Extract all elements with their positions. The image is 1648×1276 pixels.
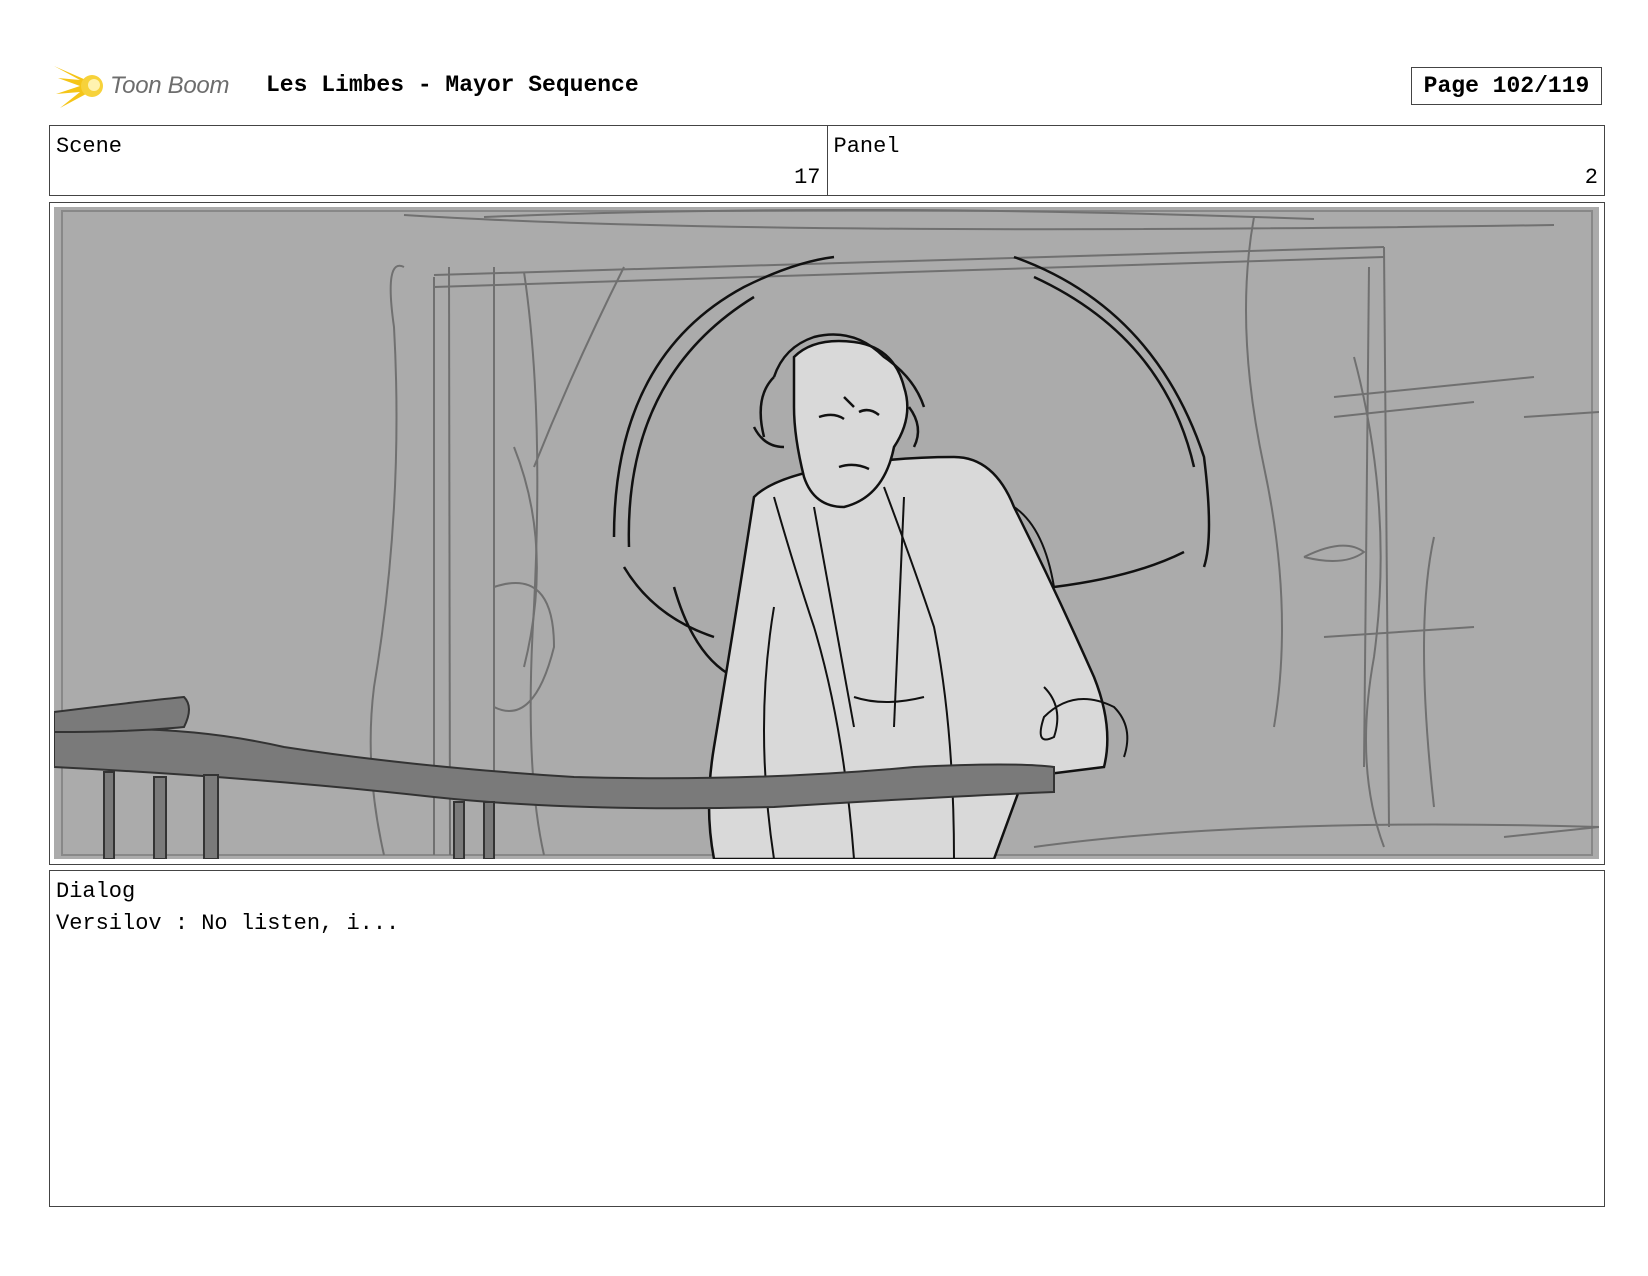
- dialog-label: Dialog: [56, 879, 136, 904]
- document-title: Les Limbes - Mayor Sequence: [266, 72, 639, 98]
- panel-number: 2: [1584, 165, 1598, 190]
- panel-label: Panel: [833, 134, 900, 159]
- page-counter: Page 102/119: [1411, 67, 1602, 105]
- toon-boom-logo: Toon Boom: [52, 58, 252, 114]
- scene-cell: Scene 17: [50, 126, 827, 195]
- dialog-box: Dialog Versilov : No listen, i...: [49, 870, 1605, 1207]
- logo-wordmark: Toon Boom: [110, 72, 230, 99]
- scene-panel-info: Scene 17 Panel 2: [49, 125, 1605, 196]
- storyboard-panel-image: [49, 202, 1605, 865]
- scene-number: 17: [794, 165, 821, 190]
- star-logo-icon: [54, 66, 103, 108]
- scene-label: Scene: [56, 134, 123, 159]
- panel-cell: Panel 2: [826, 126, 1605, 195]
- sketch-drawing: [54, 207, 1599, 859]
- dialog-text: Versilov : No listen, i...: [56, 911, 400, 936]
